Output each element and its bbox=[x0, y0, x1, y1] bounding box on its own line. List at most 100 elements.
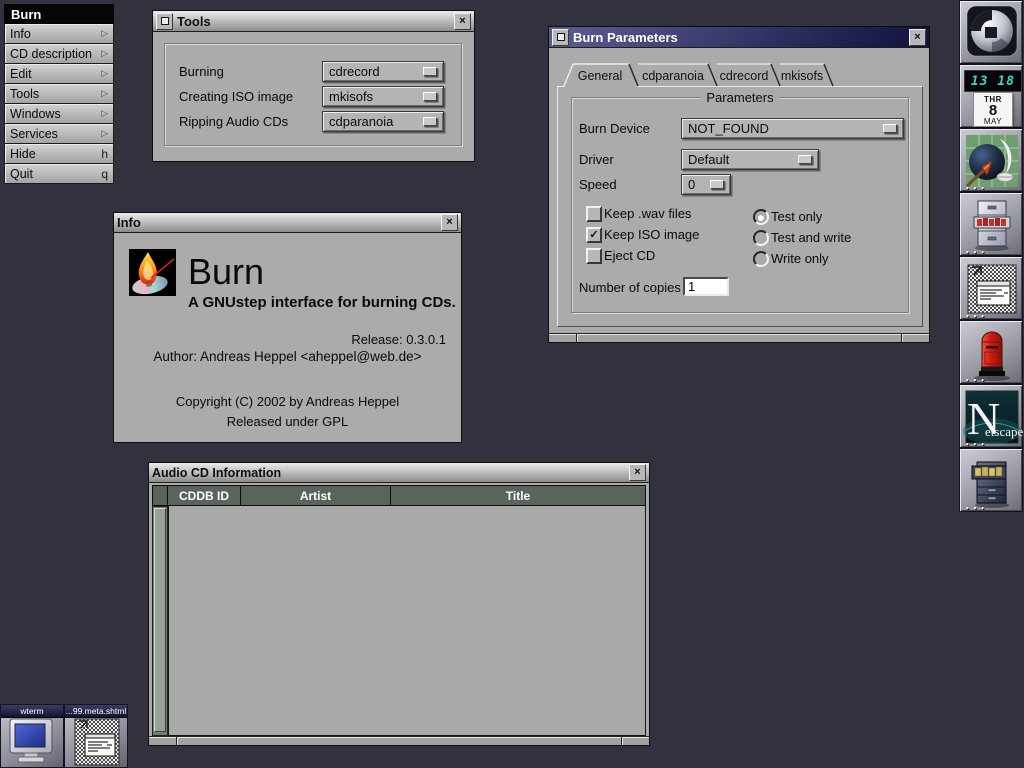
calendar-date: 8 bbox=[974, 104, 1012, 117]
keep-iso-label: Keep ISO image bbox=[604, 227, 699, 242]
dock-tile-netscape[interactable]: N etscape ... bbox=[959, 384, 1023, 448]
burning-tool-popup[interactable]: cdrecord bbox=[322, 61, 444, 82]
submenu-arrow-icon: ▷ bbox=[101, 89, 108, 98]
close-icon: × bbox=[634, 467, 640, 478]
tab-strip: General cdparanoia cdrecord mkisofs bbox=[559, 63, 859, 88]
corner-header bbox=[152, 485, 168, 506]
app-menu: Burn Info ▷ CD description ▷ Edit ▷ Tool… bbox=[4, 4, 114, 184]
submenu-arrow-icon: ▷ bbox=[101, 129, 108, 138]
submenu-arrow-icon: ▷ bbox=[101, 29, 108, 38]
column-header-artist[interactable]: Artist bbox=[241, 485, 391, 506]
iso-label: Creating ISO image bbox=[179, 89, 293, 104]
keep-wav-checkbox[interactable] bbox=[586, 206, 602, 222]
miniwindow-meta-shtml[interactable]: ...99.meta.shtml bbox=[64, 704, 128, 768]
menu-item-cd-description[interactable]: CD description ▷ bbox=[4, 44, 114, 64]
audio-cd-titlebar[interactable]: Audio CD Information × bbox=[149, 463, 649, 483]
close-button[interactable]: × bbox=[441, 214, 458, 231]
info-titlebar[interactable]: Info × bbox=[114, 213, 461, 233]
dock-tile-gnustep-logo[interactable] bbox=[959, 0, 1023, 64]
submenu-arrow-icon: ▷ bbox=[101, 49, 108, 58]
menu-item-windows[interactable]: Windows ▷ bbox=[4, 104, 114, 124]
ripping-tool-popup[interactable]: cdparanoia bbox=[322, 111, 444, 132]
menu-titlebar[interactable]: Burn bbox=[4, 4, 114, 24]
popup-icon bbox=[423, 117, 437, 126]
menu-item-services[interactable]: Services ▷ bbox=[4, 124, 114, 144]
resize-bar[interactable] bbox=[149, 736, 649, 745]
popup-icon bbox=[883, 124, 897, 133]
menu-item-info[interactable]: Info ▷ bbox=[4, 24, 114, 44]
column-header-cddb-id[interactable]: CDDB ID bbox=[168, 485, 241, 506]
keep-iso-checkbox[interactable]: ✓ bbox=[586, 227, 602, 243]
burning-label: Burning bbox=[179, 64, 224, 79]
tab-cdrecord[interactable]: cdrecord bbox=[720, 69, 769, 83]
menu-title-label: Burn bbox=[11, 7, 41, 22]
miniaturize-button[interactable] bbox=[552, 29, 569, 46]
close-icon: × bbox=[446, 217, 452, 228]
dock-tile-clock[interactable]: 13 18 THR 8 MAY bbox=[959, 64, 1023, 128]
dock-tile-burn-app[interactable]: ... bbox=[959, 128, 1023, 192]
scrollbar-knob[interactable] bbox=[154, 508, 166, 732]
tools-titlebar[interactable]: Tools × bbox=[153, 11, 474, 32]
release-text: Release: 0.3.0.1 bbox=[351, 332, 446, 347]
eject-cd-checkbox[interactable] bbox=[586, 248, 602, 264]
info-window: Info × Burn A GNUstep interface for burn… bbox=[113, 212, 462, 443]
close-button[interactable]: × bbox=[909, 29, 926, 46]
test-and-write-label: Test and write bbox=[771, 230, 851, 245]
burn-app-icon bbox=[129, 249, 176, 296]
copies-field[interactable] bbox=[683, 277, 729, 296]
driver-label: Driver bbox=[579, 152, 614, 167]
miniwindow-wterm[interactable]: wterm bbox=[0, 704, 64, 768]
tab-general[interactable]: General bbox=[578, 69, 622, 83]
burn-parameters-titlebar[interactable]: Burn Parameters × bbox=[549, 27, 929, 48]
write-only-label: Write only bbox=[771, 251, 829, 266]
close-icon: × bbox=[914, 32, 920, 43]
running-indicator: ... bbox=[964, 246, 987, 254]
test-and-write-radio[interactable] bbox=[753, 230, 769, 246]
calendar: THR 8 MAY bbox=[973, 92, 1013, 127]
running-indicator: ... bbox=[964, 374, 987, 382]
dock-tile-filing-cabinet[interactable]: ... bbox=[959, 192, 1023, 256]
driver-popup[interactable]: Default bbox=[681, 149, 819, 170]
write-only-radio[interactable] bbox=[753, 251, 769, 267]
dock-tile-text-editor[interactable]: ... bbox=[959, 256, 1023, 320]
ripping-label: Ripping Audio CDs bbox=[179, 114, 288, 129]
menu-item-edit[interactable]: Edit ▷ bbox=[4, 64, 114, 84]
column-header-title[interactable]: Title bbox=[391, 485, 646, 506]
test-only-radio[interactable]: ● bbox=[753, 209, 769, 225]
miniaturize-button[interactable] bbox=[156, 13, 173, 30]
menu-item-hide[interactable]: Hide h bbox=[4, 144, 114, 164]
burn-parameters-window: Burn Parameters × General cdparanoia cdr… bbox=[548, 26, 930, 343]
running-indicator: ... bbox=[964, 438, 987, 446]
burn-device-label: Burn Device bbox=[579, 121, 650, 136]
burn-device-popup[interactable]: NOT_FOUND bbox=[681, 118, 904, 139]
close-button[interactable]: × bbox=[629, 464, 646, 481]
menu-item-quit[interactable]: Quit q bbox=[4, 164, 114, 184]
resize-bar[interactable] bbox=[549, 333, 929, 342]
submenu-arrow-icon: ▷ bbox=[101, 109, 108, 118]
table-body[interactable] bbox=[168, 506, 646, 736]
tab-cdparanoia[interactable]: cdparanoia bbox=[642, 69, 704, 83]
tab-mkisofs[interactable]: mkisofs bbox=[781, 69, 823, 83]
running-indicator: ... bbox=[964, 182, 987, 190]
speed-popup[interactable]: 0 bbox=[681, 174, 731, 195]
popup-icon bbox=[423, 67, 437, 76]
speed-label: Speed bbox=[579, 177, 617, 192]
close-button[interactable]: × bbox=[454, 13, 471, 30]
vertical-scrollbar[interactable] bbox=[152, 506, 168, 736]
license-text: Released under GPL bbox=[114, 414, 461, 429]
miniaturize-icon bbox=[161, 17, 169, 25]
iso-tool-popup[interactable]: mkisofs bbox=[322, 86, 444, 107]
popup-icon bbox=[423, 92, 437, 101]
parameters-group-title: Parameters bbox=[700, 90, 779, 105]
netscape-rest: etscape bbox=[985, 424, 1023, 439]
desktop: Burn Info ▷ CD description ▷ Edit ▷ Tool… bbox=[0, 0, 1024, 768]
clock-time: 13 18 bbox=[971, 74, 1015, 89]
dock-tile-mailbox[interactable]: ... bbox=[959, 320, 1023, 384]
terminal-monitor-icon bbox=[1, 717, 65, 768]
menu-item-tools[interactable]: Tools ▷ bbox=[4, 84, 114, 104]
dock-tile-archive-cabinet[interactable]: ... bbox=[959, 448, 1023, 512]
tools-window: Tools × Burning Creating ISO image Rippi… bbox=[152, 10, 475, 162]
calendar-month: MAY bbox=[974, 117, 1012, 126]
running-indicator: ... bbox=[964, 310, 987, 318]
keep-wav-label: Keep .wav files bbox=[604, 206, 691, 221]
